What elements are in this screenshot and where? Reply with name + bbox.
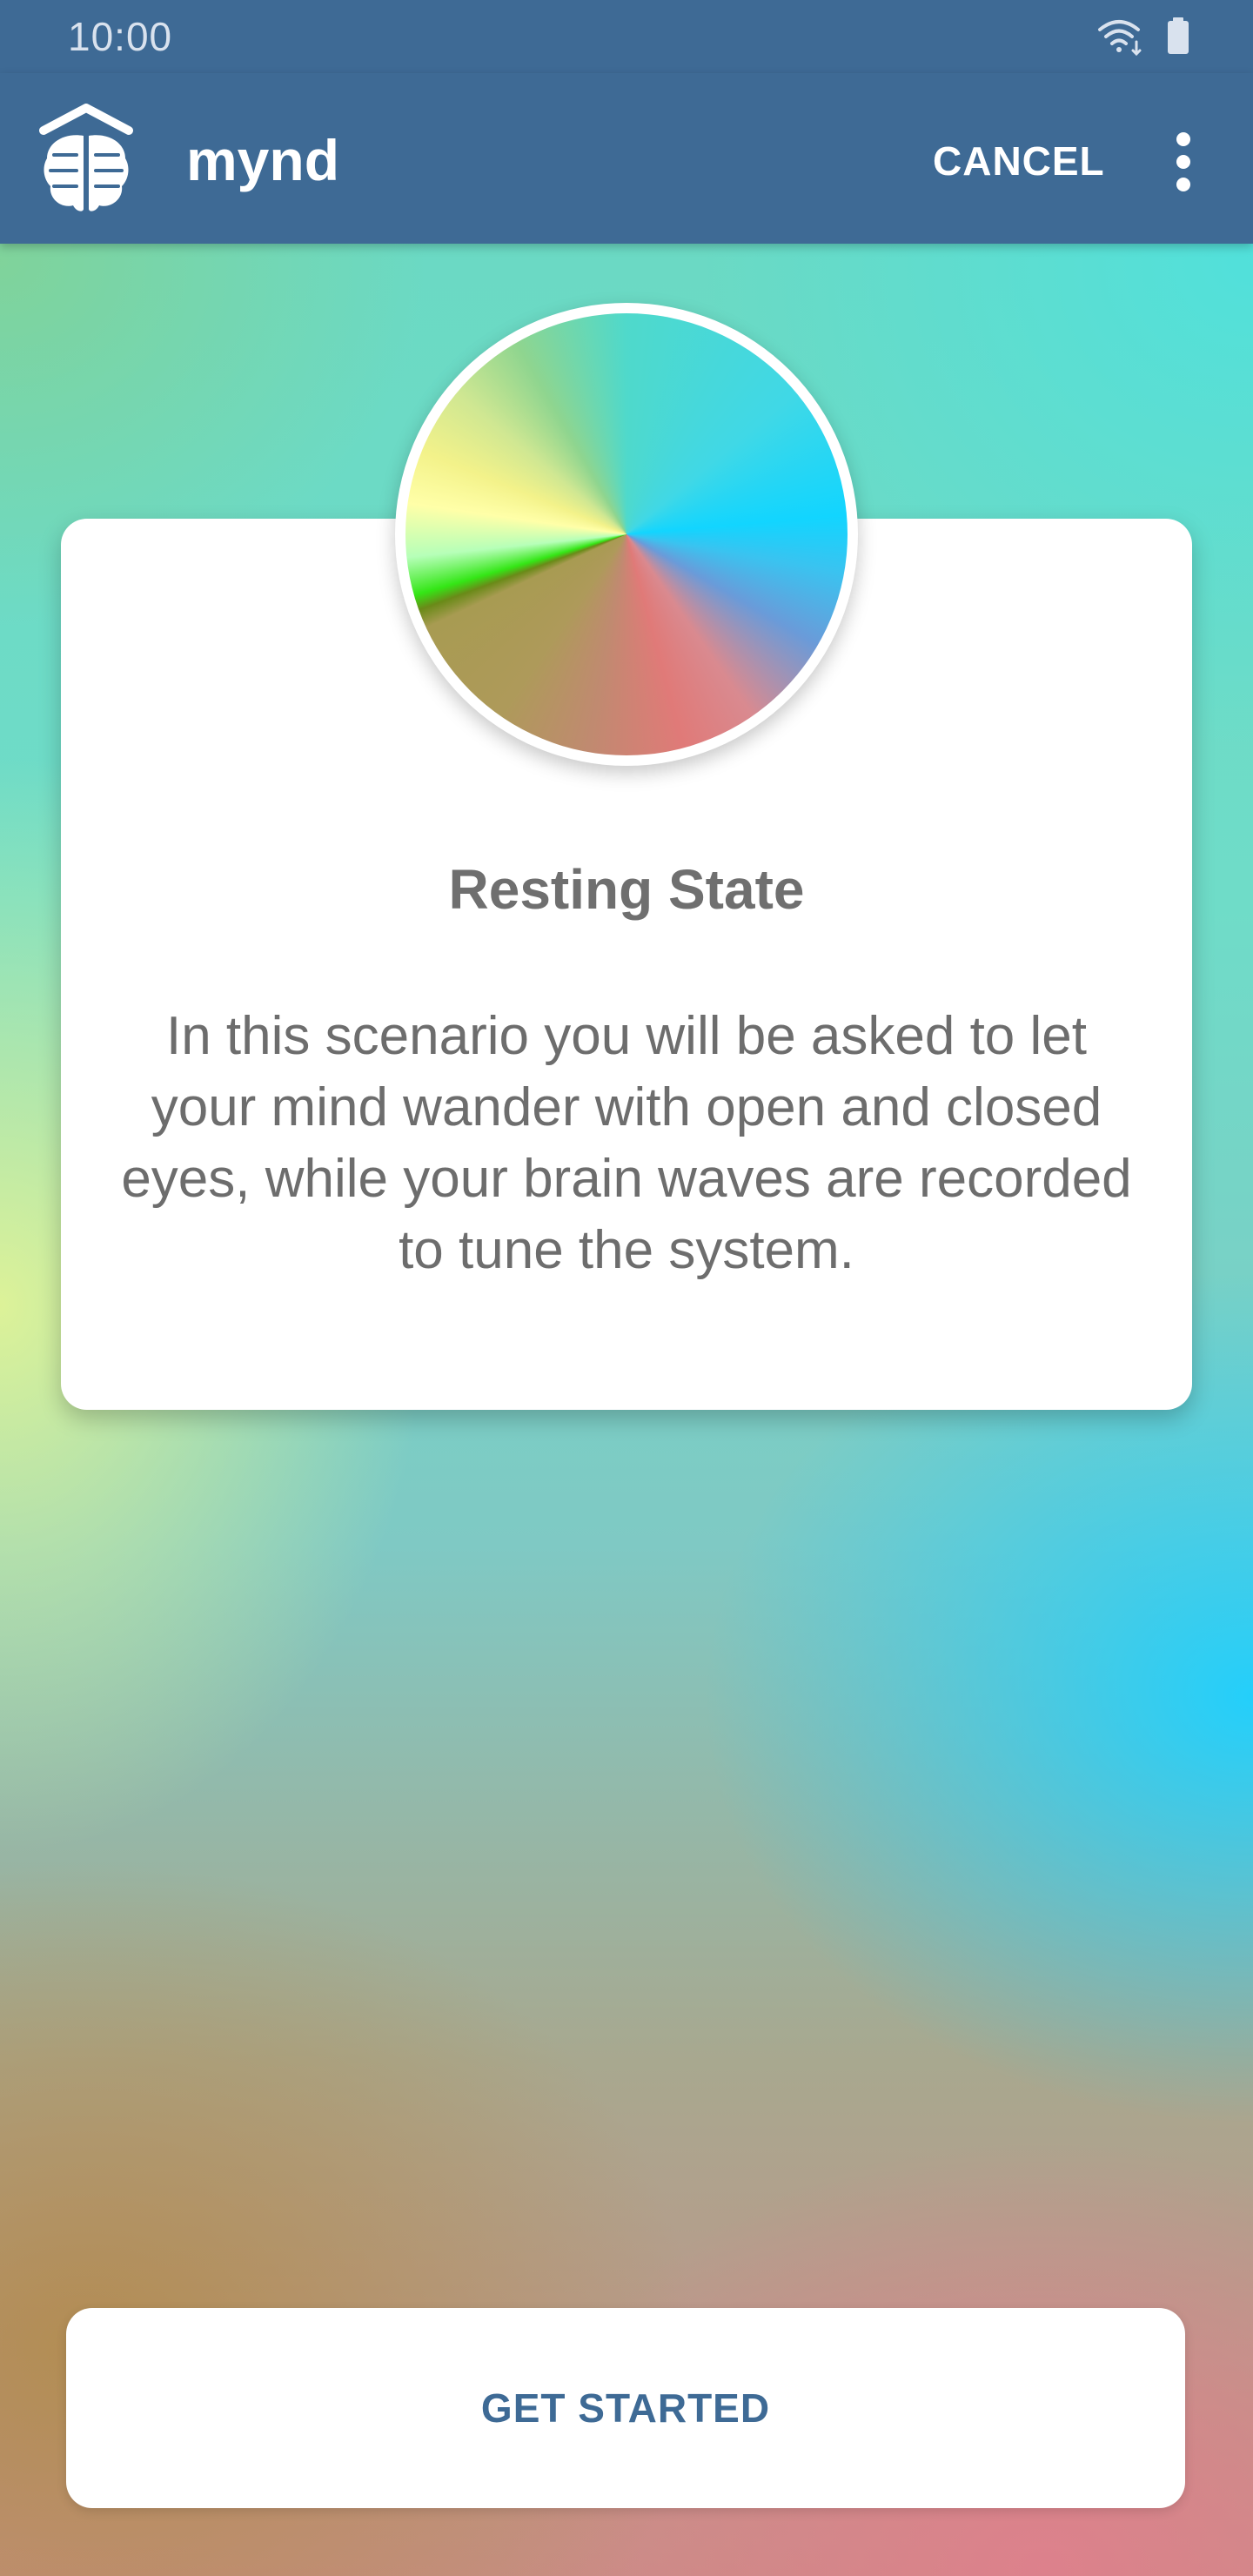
scenario-description: In this scenario you will be asked to le… (121, 1006, 1132, 1280)
more-dot (1176, 155, 1190, 169)
more-vert-icon[interactable] (1157, 122, 1209, 200)
scenario-title: Resting State (448, 858, 805, 921)
status-bar: 10:00 (0, 0, 1253, 73)
status-icons (1098, 17, 1189, 57)
cancel-button[interactable]: CANCEL (922, 131, 1116, 191)
wifi-icon (1098, 20, 1142, 57)
more-dot (1176, 178, 1190, 191)
battery-icon (1168, 17, 1189, 54)
more-dot (1176, 132, 1190, 146)
scenario-image (395, 303, 858, 766)
app-bar: mynd CANCEL (0, 73, 1253, 244)
status-time: 10:00 (68, 14, 173, 59)
app-title: mynd (186, 128, 340, 192)
get-started-button[interactable]: GET STARTED (66, 2308, 1185, 2508)
color-wheel-icon (405, 313, 848, 755)
brain-logo-icon (39, 104, 133, 211)
